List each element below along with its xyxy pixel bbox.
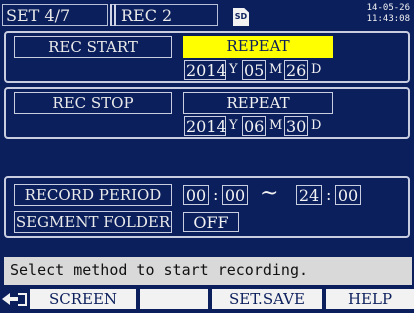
rec-stop-year[interactable]: 2014 bbox=[184, 116, 227, 136]
rec-stop-month[interactable]: 06 bbox=[242, 116, 266, 136]
segment-folder-label: SEGMENT FOLDER bbox=[14, 211, 172, 233]
rec-start-month-unit: M bbox=[269, 62, 283, 77]
rec-start-mode[interactable]: REPEAT bbox=[183, 36, 333, 58]
rec-stop-day-unit: D bbox=[311, 118, 322, 133]
rec-start-label: REC START bbox=[14, 36, 172, 58]
record-period-tilde: ~ bbox=[260, 181, 279, 206]
rec-stop-mode[interactable]: REPEAT bbox=[183, 92, 333, 114]
rec-stop-day[interactable]: 30 bbox=[284, 116, 308, 136]
top-bar: SET 4/7 REC 2 SD 14-05-26 11:43:08 bbox=[0, 0, 414, 30]
status-message: Select method to start recording. bbox=[4, 257, 412, 285]
record-period-end-colon: : bbox=[326, 185, 332, 204]
screen-button[interactable]: SCREEN bbox=[30, 289, 136, 309]
clock-date: 14-05-26 bbox=[366, 3, 410, 13]
rec-stop-month-unit: M bbox=[269, 118, 283, 133]
blank-function-button[interactable] bbox=[140, 289, 208, 309]
tab-set[interactable]: SET 4/7 bbox=[2, 4, 108, 26]
record-period-label: RECORD PERIOD bbox=[14, 184, 172, 206]
sd-card-icon: SD bbox=[233, 8, 249, 26]
rec-start-day[interactable]: 26 bbox=[284, 60, 308, 80]
record-period-start-colon: : bbox=[213, 185, 219, 204]
record-period-start-hour[interactable]: 00 bbox=[183, 185, 209, 205]
tab-rec[interactable]: REC 2 bbox=[110, 4, 218, 26]
clock-time: 11:43:08 bbox=[366, 14, 410, 24]
rec-start-month[interactable]: 05 bbox=[242, 60, 266, 80]
record-period-end-min[interactable]: 00 bbox=[335, 185, 361, 205]
rec-stop-label: REC STOP bbox=[14, 92, 172, 114]
rec-start-day-unit: D bbox=[311, 62, 322, 77]
clock: 14-05-26 11:43:08 bbox=[367, 3, 410, 25]
arrow-exit-icon[interactable] bbox=[0, 289, 30, 309]
record-period-end-hour[interactable]: 24 bbox=[296, 185, 322, 205]
rec-start-year[interactable]: 2014 bbox=[184, 60, 227, 80]
set-save-button[interactable]: SET.SAVE bbox=[212, 289, 322, 309]
rec-start-year-unit: Y bbox=[229, 62, 238, 77]
tab-divider bbox=[110, 4, 116, 26]
rec-stop-year-unit: Y bbox=[229, 118, 238, 133]
help-button[interactable]: HELP bbox=[326, 289, 414, 309]
record-period-start-min[interactable]: 00 bbox=[222, 185, 248, 205]
segment-folder-value[interactable]: OFF bbox=[183, 212, 239, 232]
